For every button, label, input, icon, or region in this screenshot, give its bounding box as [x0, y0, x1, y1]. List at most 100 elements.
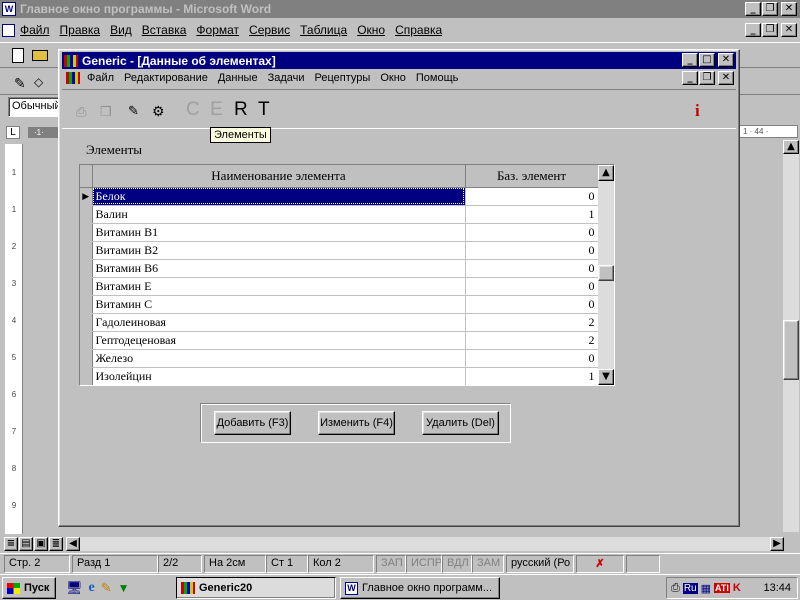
- column-header-name[interactable]: Наименование элемента: [92, 165, 466, 188]
- normal-view-icon[interactable]: ≡: [4, 537, 18, 551]
- generic-minimize-icon[interactable]: _: [682, 53, 698, 67]
- network-icon[interactable]: ▦: [701, 582, 711, 595]
- cell-base[interactable]: 1: [465, 205, 599, 224]
- generic-menu-window[interactable]: Окно: [375, 72, 411, 84]
- word-menu-edit[interactable]: Правка: [55, 23, 106, 37]
- info-icon[interactable]: i: [695, 101, 700, 121]
- generic-maximize-icon[interactable]: □: [699, 53, 715, 67]
- word-menu-file[interactable]: Файл: [15, 23, 55, 37]
- cell-base[interactable]: 0: [465, 277, 599, 296]
- cell-name[interactable]: Гептодеценовая: [92, 331, 466, 350]
- table-row[interactable]: Витамин C0: [80, 295, 599, 314]
- generic-close-icon[interactable]: ✕: [718, 53, 734, 67]
- close-icon[interactable]: ✕: [781, 2, 797, 16]
- tab-selector[interactable]: L: [6, 126, 20, 139]
- cell-name[interactable]: Гадолеиновая: [92, 313, 466, 332]
- restore-icon[interactable]: ❐: [762, 2, 778, 16]
- generic-titlebar[interactable]: Generic - [Данные об элементах] _ □ ✕: [62, 52, 736, 69]
- cell-name[interactable]: Витамин B6: [92, 259, 466, 278]
- minimize-icon[interactable]: _: [745, 2, 761, 16]
- generic-menu-tasks[interactable]: Задачи: [263, 72, 310, 84]
- toolbar-letter-t[interactable]: T: [258, 99, 270, 121]
- cell-base[interactable]: 0: [465, 241, 599, 260]
- grid-scroll-down-icon[interactable]: ▼: [598, 369, 614, 385]
- word-menu-view[interactable]: Вид: [105, 23, 137, 37]
- language-indicator[interactable]: Ru: [682, 582, 698, 594]
- column-header-base[interactable]: Баз. элемент: [465, 165, 599, 188]
- ati-icon[interactable]: ATI: [714, 583, 730, 593]
- pencil-icon[interactable]: ✎: [14, 75, 26, 92]
- table-row[interactable]: Витамин B2 0: [80, 241, 599, 260]
- spelling-status-icon[interactable]: ✗: [576, 555, 624, 573]
- delete-button[interactable]: Удалить (Del): [422, 411, 499, 435]
- task-word[interactable]: W Главное окно программ...: [340, 577, 500, 599]
- table-row[interactable]: Гептодеценовая 2: [80, 331, 599, 350]
- gear-icon[interactable]: ⚙: [152, 103, 165, 120]
- word-menu-help[interactable]: Справка: [390, 23, 447, 37]
- status-ext[interactable]: ВДЛ: [442, 555, 472, 573]
- printer-tray-icon[interactable]: ⎙: [671, 582, 680, 595]
- generic-menu-edit[interactable]: Редактирование: [119, 72, 213, 84]
- cell-name[interactable]: Валин: [92, 205, 466, 224]
- table-row[interactable]: Железо 0: [80, 349, 599, 368]
- style-dropdown[interactable]: Обычный: [8, 97, 61, 117]
- table-row[interactable]: Витамин E0: [80, 277, 599, 296]
- document-icon[interactable]: [2, 23, 15, 37]
- toolbar-letter-r[interactable]: R: [234, 99, 248, 121]
- toolbar-letter-c[interactable]: C: [186, 99, 200, 121]
- channels-icon[interactable]: ✎: [101, 580, 112, 596]
- scroll-thumb[interactable]: [783, 320, 799, 380]
- word-horizontal-scrollbar[interactable]: ◀ ▶: [66, 537, 784, 551]
- word-menu-insert[interactable]: Вставка: [137, 23, 192, 37]
- toolbar-letter-e[interactable]: E: [210, 99, 223, 121]
- generic-menu-recipes[interactable]: Рецептуры: [310, 72, 376, 84]
- table-row[interactable]: Изолейцин 1: [80, 367, 599, 385]
- word-menu-window[interactable]: Окно: [352, 23, 390, 37]
- cell-name[interactable]: Железо: [92, 349, 466, 368]
- grid-scroll-thumb[interactable]: [598, 265, 614, 281]
- arrow-down-icon[interactable]: ▼: [118, 581, 130, 595]
- cell-base[interactable]: 2: [465, 313, 599, 332]
- cell-base[interactable]: 0: [465, 223, 599, 242]
- cell-base[interactable]: 0: [465, 187, 599, 206]
- new-doc-icon[interactable]: [12, 48, 24, 63]
- copy-icon[interactable]: ❐: [100, 104, 112, 120]
- printer-icon[interactable]: ⎙: [76, 104, 86, 120]
- cell-name[interactable]: Витамин C: [92, 295, 466, 314]
- cell-base[interactable]: 1: [465, 367, 599, 385]
- word-vertical-scrollbar[interactable]: ▲: [783, 140, 799, 532]
- add-button[interactable]: Добавить (F3): [214, 411, 291, 435]
- word-menu-tools[interactable]: Сервис: [244, 23, 295, 37]
- status-rec[interactable]: ЗАП: [376, 555, 406, 573]
- generic-menu-file[interactable]: Файл: [82, 72, 119, 84]
- ruler-tool-icon[interactable]: ✎: [128, 103, 139, 119]
- cell-name[interactable]: Белок: [92, 187, 466, 206]
- cell-name[interactable]: Изолейцин: [92, 367, 466, 385]
- doc-minimize-icon[interactable]: _: [745, 23, 761, 37]
- word-menu-format[interactable]: Формат: [191, 23, 244, 37]
- outline-view-icon[interactable]: ≣: [49, 537, 63, 551]
- generic-doc-icon[interactable]: [66, 72, 80, 84]
- cell-name[interactable]: Витамин B2: [92, 241, 466, 260]
- layout-view-icon[interactable]: ▤: [19, 537, 33, 551]
- word-menu-table[interactable]: Таблица: [295, 23, 352, 37]
- child-close-icon[interactable]: ✕: [718, 71, 734, 85]
- elements-grid[interactable]: Наименование элемента Баз. элемент ▶ Бел…: [79, 164, 615, 386]
- table-row[interactable]: Витамин B1 0: [80, 223, 599, 242]
- open-folder-icon[interactable]: [32, 50, 48, 61]
- browser-icon[interactable]: e: [89, 580, 95, 596]
- cell-name[interactable]: Витамин E: [92, 277, 466, 296]
- grid-scroll-up-icon[interactable]: ▲: [598, 165, 614, 181]
- generic-menu-help[interactable]: Помощь: [411, 72, 464, 84]
- child-minimize-icon[interactable]: _: [682, 71, 698, 85]
- table-row[interactable]: ▶ Белок 0: [80, 187, 599, 206]
- eraser-icon[interactable]: ◇: [34, 75, 43, 89]
- task-generic[interactable]: Generic20: [176, 577, 336, 599]
- page-view-icon[interactable]: ▣: [34, 537, 48, 551]
- child-restore-icon[interactable]: ❐: [699, 71, 715, 85]
- doc-close-icon[interactable]: ✕: [781, 23, 797, 37]
- cell-base[interactable]: 2: [465, 331, 599, 350]
- status-ovr[interactable]: ЗАМ: [472, 555, 504, 573]
- table-row[interactable]: Витамин B6 0: [80, 259, 599, 278]
- cell-name[interactable]: Витамин B1: [92, 223, 466, 242]
